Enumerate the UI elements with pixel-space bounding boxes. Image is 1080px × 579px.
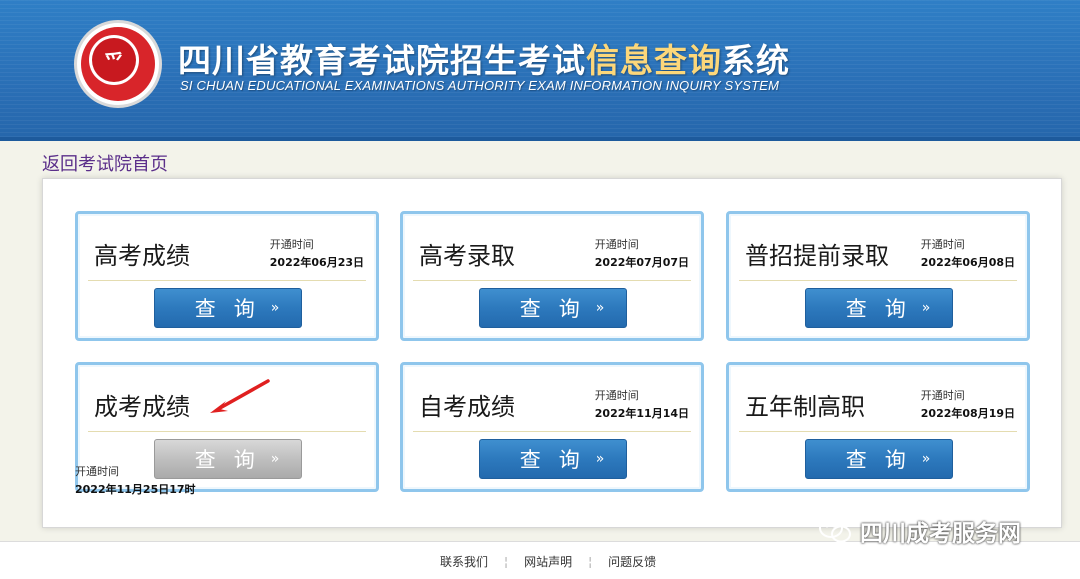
- site-subtitle: SI CHUAN EDUCATIONAL EXAMINATIONS AUTHOR…: [180, 78, 780, 93]
- footer-link-feedback[interactable]: 问题反馈: [608, 553, 656, 570]
- open-date: 开通时间 2022年08月19日: [920, 389, 1015, 420]
- query-button[interactable]: 查询»: [479, 439, 627, 479]
- footer-link-statement[interactable]: 网站声明: [524, 553, 572, 570]
- card-self-study-score: 自考成绩 开通时间 2022年11月14日 查询»: [400, 362, 704, 492]
- back-to-homepage-link[interactable]: 返回考试院首页: [42, 150, 168, 176]
- query-button[interactable]: 查询»: [805, 288, 953, 328]
- query-button[interactable]: 查询»: [154, 288, 302, 328]
- card-title: 高考录取: [419, 242, 515, 270]
- query-button[interactable]: 查询»: [479, 288, 627, 328]
- open-date: 开通时间 2022年11月14日: [594, 389, 689, 420]
- card-title: 自考成绩: [419, 393, 515, 421]
- double-chevron-right-icon: »: [595, 300, 604, 316]
- double-chevron-right-icon: »: [270, 300, 279, 316]
- card-gaokao-admission: 高考录取 开通时间 2022年07月07日 查询»: [400, 211, 704, 341]
- open-date: 开通时间 2022年07月07日: [594, 238, 689, 269]
- double-chevron-right-icon: »: [270, 451, 279, 467]
- open-date: 开通时间 2022年06月08日: [920, 238, 1015, 269]
- card-gaokao-score: 高考成绩 开通时间 2022年06月23日 查询»: [75, 211, 379, 341]
- annotation-arrow-icon: [210, 379, 270, 413]
- exam-authority-logo-icon: 爫: [74, 20, 162, 108]
- open-date: 开通时间 2022年06月23日: [269, 238, 364, 269]
- wechat-icon: [819, 518, 851, 543]
- adult-exam-open-date: 开通时间 2022年11月25日17时: [75, 465, 196, 496]
- footer-link-contact[interactable]: 联系我们: [440, 553, 488, 570]
- double-chevron-right-icon: »: [595, 451, 604, 467]
- card-title: 普招提前录取: [745, 242, 889, 270]
- double-chevron-right-icon: »: [921, 300, 930, 316]
- wechat-watermark: 四川成考服务网: [818, 514, 1021, 548]
- card-five-year-vocational: 五年制高职 开通时间 2022年08月19日 查询»: [726, 362, 1030, 492]
- query-button[interactable]: 查询»: [805, 439, 953, 479]
- card-title: 五年制高职: [745, 393, 865, 421]
- card-title: 成考成绩: [94, 393, 190, 421]
- card-title: 高考成绩: [94, 242, 190, 270]
- double-chevron-right-icon: »: [921, 451, 930, 467]
- site-title: 四川省教育考试院招生考试信息查询系统: [178, 42, 790, 79]
- site-header: 爫 四川省教育考试院招生考试信息查询系统 SI CHUAN EDUCATIONA…: [0, 0, 1080, 141]
- card-early-admission: 普招提前录取 开通时间 2022年06月08日 查询»: [726, 211, 1030, 341]
